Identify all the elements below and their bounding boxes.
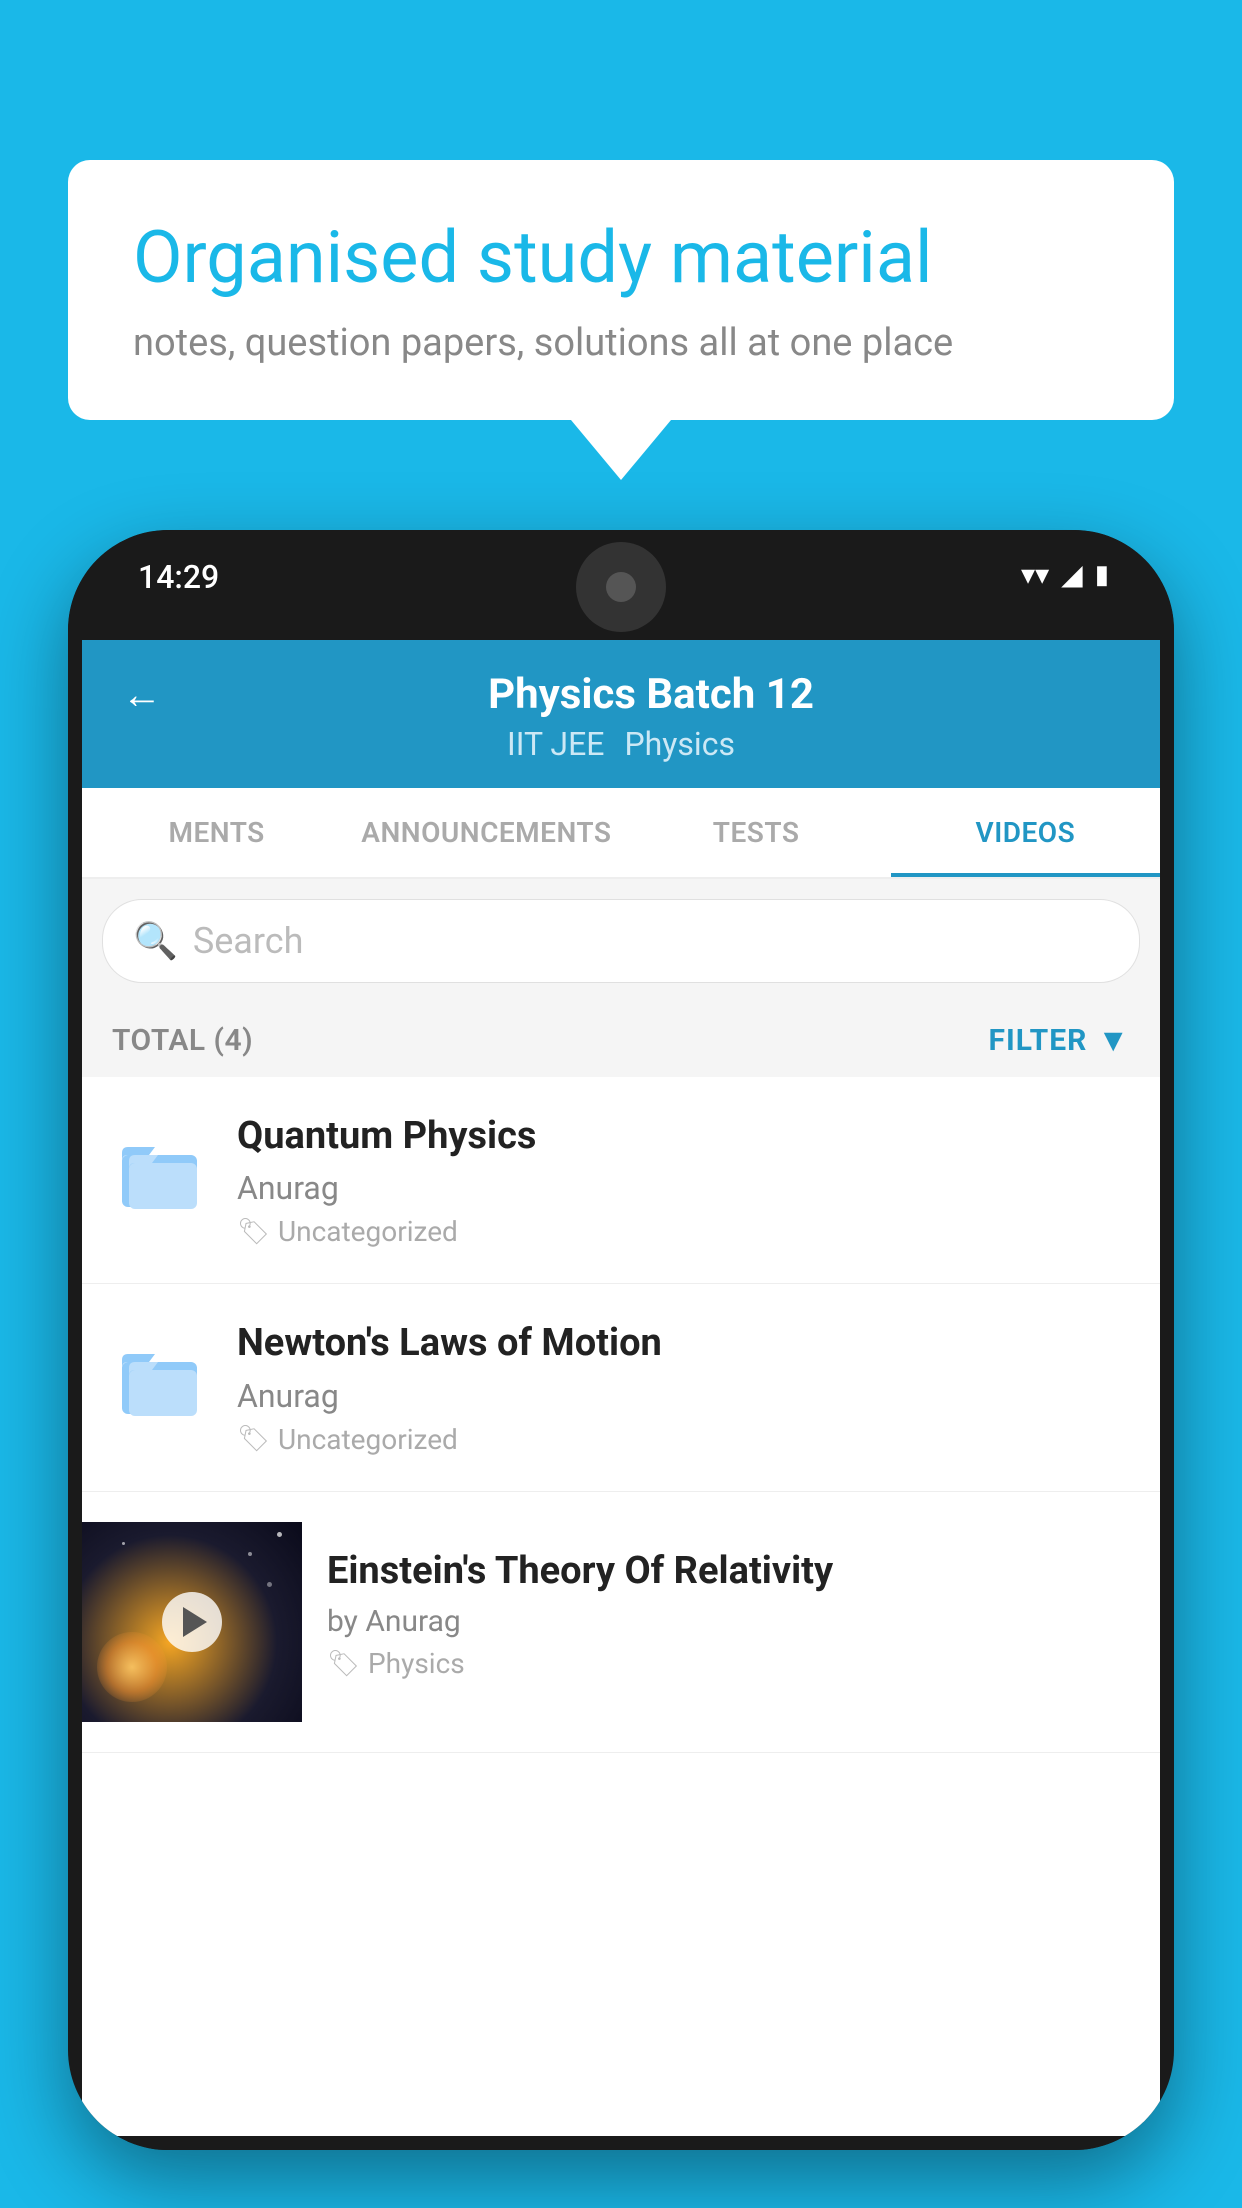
folder-icon-newton [112,1329,212,1429]
video-author-quantum: Anurag [237,1169,1130,1207]
speech-bubble: Organised study material notes, question… [68,160,1174,420]
app-title: Physics Batch 12 [182,670,1120,719]
app-header-nav: ← Physics Batch 12 [122,670,1120,719]
tag-icon: 🏷 [237,1217,270,1247]
list-item[interactable]: Quantum Physics Anurag 🏷 Uncategorized [82,1077,1160,1284]
play-triangle-icon [183,1607,207,1637]
video-author-newton: Anurag [237,1377,1130,1415]
list-item[interactable]: Newton's Laws of Motion Anurag 🏷 Uncateg… [82,1284,1160,1491]
total-count: TOTAL (4) [112,1023,253,1058]
einstein-thumbnail [82,1522,302,1722]
speech-bubble-container: Organised study material notes, question… [68,160,1174,480]
einstein-play-button[interactable] [162,1592,222,1652]
status-icons: ▾▾ ◢ ▮ [1021,558,1109,591]
speech-bubble-tail [571,420,671,480]
filter-bar: TOTAL (4) FILTER ▼ [82,1003,1160,1077]
speech-bubble-subtitle: notes, question papers, solutions all at… [133,321,1109,365]
app-header-subtitle: IIT JEE Physics [122,725,1120,763]
header-tag-iit: IIT JEE [507,725,604,763]
search-placeholder: Search [193,920,304,962]
wifi-icon: ▾▾ [1021,558,1049,591]
battery-icon: ▮ [1095,560,1109,590]
app-header: ← Physics Batch 12 IIT JEE Physics [82,640,1160,788]
phone-notch [576,542,666,632]
video-tag-quantum: 🏷 Uncategorized [237,1215,1130,1248]
einstein-title: Einstein's Theory Of Relativity [327,1547,1105,1596]
search-bar[interactable]: 🔍 Search [102,899,1140,983]
einstein-author: by Anurag [327,1604,1105,1639]
einstein-thumb-glow [97,1632,167,1702]
signal-icon: ◢ [1061,558,1083,591]
video-list: Quantum Physics Anurag 🏷 Uncategorized [82,1077,1160,1753]
folder-icon-quantum [112,1122,212,1222]
tag-icon: 🏷 [327,1649,360,1679]
tabs: MENTS ANNOUNCEMENTS TESTS VIDEOS [82,788,1160,879]
search-icon: 🔍 [133,920,178,962]
einstein-info: Einstein's Theory Of Relativity by Anura… [302,1522,1130,1705]
phone-status-bar: 14:29 ▾▾ ◢ ▮ [68,530,1174,640]
filter-funnel-icon: ▼ [1097,1021,1130,1059]
video-title-quantum: Quantum Physics [237,1112,1130,1161]
video-info-newton: Newton's Laws of Motion Anurag 🏷 Uncateg… [237,1319,1130,1455]
phone-wrapper: 14:29 ▾▾ ◢ ▮ ← Physics Batch 12 IIT JEE … [68,530,1174,2208]
video-tag-newton: 🏷 Uncategorized [237,1423,1130,1456]
phone-bottom-bar [68,2136,1174,2150]
header-tag-physics: Physics [624,725,735,763]
status-time: 14:29 [138,558,219,596]
search-bar-container: 🔍 Search [82,879,1160,1003]
video-info-quantum: Quantum Physics Anurag 🏷 Uncategorized [237,1112,1130,1248]
tab-ments[interactable]: MENTS [82,788,351,877]
tab-tests[interactable]: TESTS [621,788,890,877]
list-item[interactable]: Einstein's Theory Of Relativity by Anura… [82,1492,1160,1753]
tag-icon: 🏷 [237,1424,270,1454]
filter-button[interactable]: FILTER ▼ [989,1021,1131,1059]
back-arrow-icon[interactable]: ← [122,671,162,718]
phone: 14:29 ▾▾ ◢ ▮ ← Physics Batch 12 IIT JEE … [68,530,1174,2150]
tab-announcements[interactable]: ANNOUNCEMENTS [351,788,621,877]
einstein-tag: 🏷 Physics [327,1647,1105,1680]
video-title-newton: Newton's Laws of Motion [237,1319,1130,1368]
phone-camera [606,572,636,602]
tab-videos[interactable]: VIDEOS [891,788,1160,877]
speech-bubble-title: Organised study material [133,215,1109,301]
phone-screen: ← Physics Batch 12 IIT JEE Physics MENTS… [82,640,1160,2136]
